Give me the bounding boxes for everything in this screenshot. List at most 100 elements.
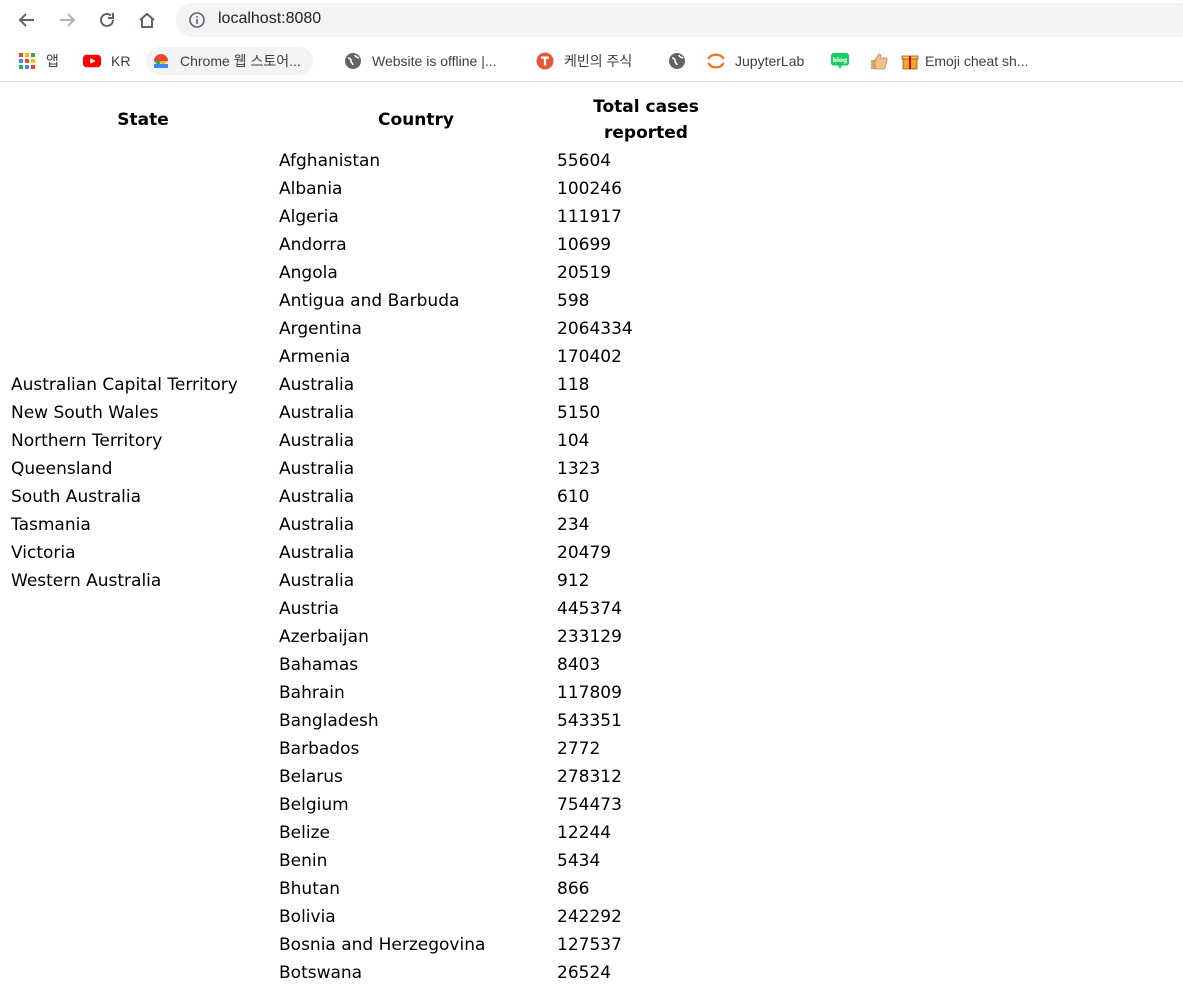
cell-total-cases: 610 bbox=[557, 487, 590, 507]
table-row: Albania 100246 bbox=[10, 176, 736, 202]
cell-total-cases: 20519 bbox=[557, 263, 612, 283]
cell-country: Bangladesh bbox=[279, 711, 379, 731]
bookmark-label: Emoji cheat sh... bbox=[925, 53, 1029, 69]
cell-country: Bosnia and Herzegovina bbox=[279, 935, 486, 955]
cell-state bbox=[10, 288, 276, 314]
table-row: Algeria 111917 bbox=[10, 204, 736, 230]
table-row: Andorra 10699 bbox=[10, 232, 736, 258]
cell-total-cases: 233129 bbox=[557, 627, 622, 647]
chrome-web-store-icon bbox=[152, 52, 170, 70]
info-icon[interactable] bbox=[188, 11, 206, 29]
bookmark-website-offline[interactable]: Website is offline |... bbox=[344, 47, 497, 75]
bookmark-emoji-cheat-sheet[interactable]: Emoji cheat sh... bbox=[901, 47, 1029, 75]
cell-total-cases: 117809 bbox=[557, 683, 622, 703]
cell-country: Bahamas bbox=[279, 655, 359, 675]
kevin-stock-icon bbox=[536, 52, 554, 70]
table-row: Victoria Australia 20479 bbox=[10, 540, 736, 566]
bookmark-globe[interactable] bbox=[668, 47, 696, 75]
page-content: State Country Total cases reported Afgha… bbox=[0, 84, 1183, 984]
bookmark-kr[interactable]: KR bbox=[83, 47, 130, 75]
cell-country: Australia bbox=[279, 375, 355, 395]
cell-country: Albania bbox=[279, 179, 343, 199]
cell-state bbox=[10, 904, 276, 930]
table-row: Bosnia and Herzegovina 127537 bbox=[10, 932, 736, 958]
reload-icon bbox=[100, 12, 114, 27]
forward-button[interactable] bbox=[52, 5, 82, 35]
cell-total-cases: 754473 bbox=[557, 795, 622, 815]
cell-country: Belgium bbox=[279, 795, 349, 815]
table-row: Austria 445374 bbox=[10, 596, 736, 622]
cell-state bbox=[10, 260, 276, 286]
cell-country: Australia bbox=[279, 571, 355, 591]
globe-icon bbox=[668, 52, 686, 70]
table-row: Armenia 170402 bbox=[10, 344, 736, 370]
table-row: Northern Territory Australia 104 bbox=[10, 428, 736, 454]
cell-state bbox=[10, 232, 276, 258]
address-bar[interactable]: localhost:8080 bbox=[176, 3, 1183, 37]
back-arrow-icon bbox=[18, 13, 34, 27]
cell-total-cases: 127537 bbox=[557, 935, 622, 955]
table-body: Afghanistan 55604 Albania 100246 Algeria 1119… bbox=[10, 148, 736, 984]
cell-country: Armenia bbox=[279, 347, 351, 367]
cell-country: Australia bbox=[279, 515, 355, 535]
bookmark-thumbs-up[interactable] bbox=[870, 47, 898, 75]
cell-total-cases: 104 bbox=[557, 431, 590, 451]
cell-country: Argentina bbox=[279, 319, 362, 339]
table-row: Belarus 278312 bbox=[10, 764, 736, 790]
cell-country: Algeria bbox=[279, 207, 339, 227]
cell-total-cases: 543351 bbox=[557, 711, 622, 731]
cell-country: Austria bbox=[279, 599, 340, 619]
cell-total-cases: 445374 bbox=[557, 599, 622, 619]
cell-state bbox=[10, 960, 276, 984]
table-row: Bahamas 8403 bbox=[10, 652, 736, 678]
globe-icon bbox=[344, 52, 362, 70]
cell-state bbox=[10, 932, 276, 958]
cell-total-cases: 26524 bbox=[557, 963, 612, 983]
cell-total-cases: 170402 bbox=[557, 347, 622, 367]
table-row: Bhutan 866 bbox=[10, 876, 736, 902]
cell-state: Tasmania bbox=[11, 515, 91, 535]
cell-total-cases: 118 bbox=[557, 375, 590, 395]
cell-total-cases: 1323 bbox=[557, 459, 601, 479]
bookmark-label: JupyterLab bbox=[735, 53, 805, 69]
url-text[interactable]: localhost:8080 bbox=[218, 10, 321, 28]
cell-state bbox=[10, 148, 276, 174]
bookmark-jupyterlab[interactable]: JupyterLab bbox=[707, 47, 804, 75]
cell-state: Western Australia bbox=[11, 571, 162, 591]
bookmark-apps[interactable]: 앱 bbox=[18, 47, 59, 75]
bookmark-blog[interactable]: blog bbox=[831, 47, 859, 75]
home-button[interactable] bbox=[132, 5, 162, 35]
table-row: Bahrain 117809 bbox=[10, 680, 736, 706]
cell-total-cases: 8403 bbox=[557, 655, 601, 675]
cell-country: Andorra bbox=[279, 235, 347, 255]
cell-total-cases: 5434 bbox=[557, 851, 601, 871]
cell-country: Australia bbox=[279, 487, 355, 507]
cell-country: Barbados bbox=[279, 739, 360, 759]
bookmark-label: KR bbox=[111, 53, 131, 69]
cell-total-cases: 598 bbox=[557, 291, 590, 311]
cell-country: Australia bbox=[279, 459, 355, 479]
bookmark-chrome-web-store[interactable]: Chrome 웹 스토어... bbox=[146, 47, 313, 75]
cell-state: South Australia bbox=[11, 487, 142, 507]
home-icon bbox=[139, 12, 155, 28]
cell-state bbox=[10, 876, 276, 902]
cell-total-cases: 2064334 bbox=[557, 319, 633, 339]
cell-country: Azerbaijan bbox=[279, 627, 369, 647]
cell-total-cases: 5150 bbox=[557, 403, 601, 423]
cell-state bbox=[10, 204, 276, 230]
cell-state bbox=[10, 764, 276, 790]
forward-arrow-icon bbox=[60, 13, 76, 27]
table-row: Angola 20519 bbox=[10, 260, 736, 286]
bookmark-kevin-stock[interactable]: 케빈의 주식 bbox=[536, 47, 632, 75]
reload-button[interactable] bbox=[92, 5, 122, 35]
apps-grid-icon bbox=[18, 52, 36, 70]
table-row: Barbados 2772 bbox=[10, 736, 736, 762]
cell-country: Antigua and Barbuda bbox=[279, 291, 460, 311]
table-header-row: State Country Total cases reported bbox=[10, 94, 736, 146]
cell-country: Bhutan bbox=[279, 879, 341, 899]
cell-state bbox=[10, 680, 276, 706]
back-button[interactable] bbox=[12, 5, 42, 35]
cell-country: Afghanistan bbox=[279, 151, 381, 171]
cell-state bbox=[10, 848, 276, 874]
table-row: Bolivia 242292 bbox=[10, 904, 736, 930]
